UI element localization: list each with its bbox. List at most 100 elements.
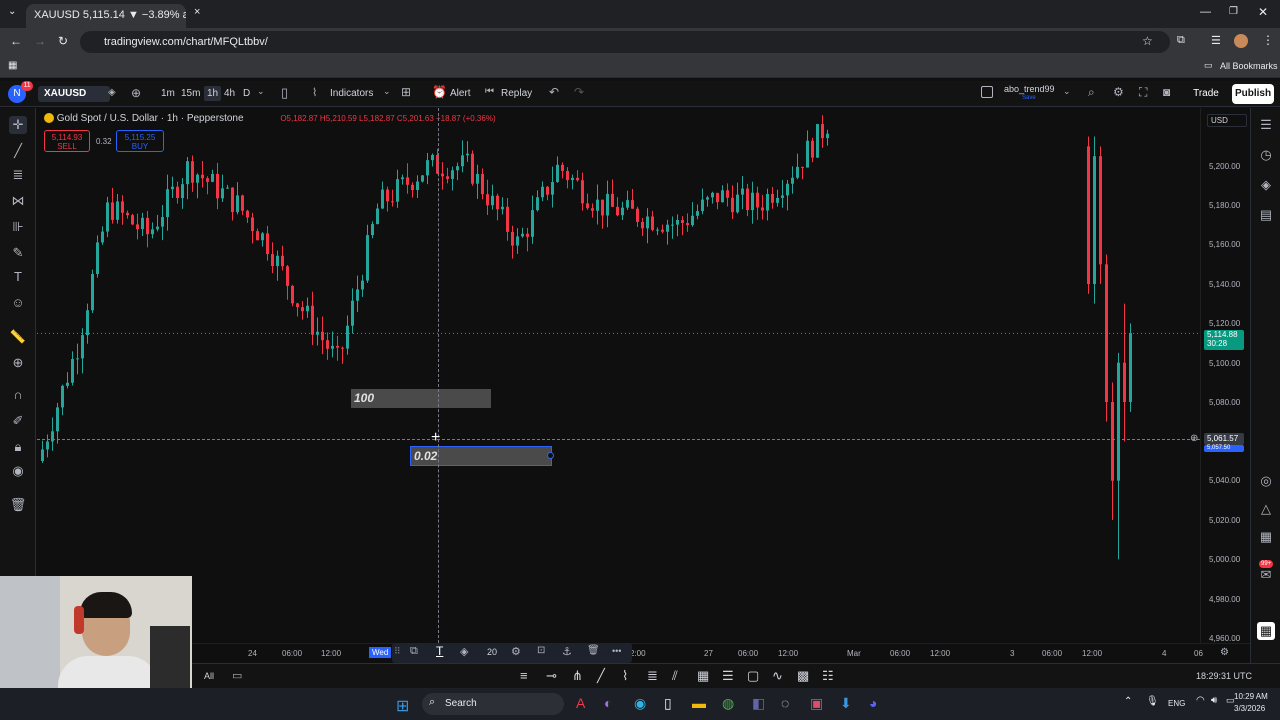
favorite-tool-4-icon[interactable]: ╱	[597, 668, 605, 684]
drawing-settings-icon[interactable]: ⚙	[511, 645, 521, 658]
back-icon[interactable]: ←	[10, 34, 22, 48]
alerts-clock-icon[interactable]: ◷	[1257, 146, 1275, 164]
favorite-tool-11-icon[interactable]: ∿	[772, 668, 783, 684]
tab-menu-icon[interactable]: ⌄	[8, 6, 16, 17]
ideas-icon[interactable]: △	[1257, 500, 1275, 518]
snapshot-icon[interactable]: ◙	[1163, 85, 1170, 99]
minimize-icon[interactable]: —	[1200, 6, 1211, 18]
time-axis[interactable]: 24 06:00 12:00 Wed 2:00 27 06:00 12:00 M…	[192, 643, 1250, 663]
indicators-icon[interactable]: ⌇	[312, 86, 317, 99]
favorite-tool-12-icon[interactable]: ▩	[797, 668, 809, 684]
fill-color-icon[interactable]: ◈	[460, 645, 468, 658]
edge-icon[interactable]: ◉	[634, 695, 646, 712]
taskbar-time[interactable]: 10:29 AM	[1234, 692, 1268, 701]
more-options-icon[interactable]: •••	[612, 646, 621, 656]
download-app-icon[interactable]: ⬇	[840, 695, 852, 712]
reload-icon[interactable]: ↻	[58, 34, 68, 48]
template-icon[interactable]: ⧉	[410, 645, 418, 658]
interval-1m[interactable]: 1m	[161, 88, 175, 99]
favorite-tool-9-icon[interactable]: ☰	[722, 668, 734, 684]
replay-button[interactable]: Replay	[501, 88, 532, 99]
interval-4h[interactable]: 4h	[224, 88, 235, 99]
emoji-tool-icon[interactable]: ☺	[9, 294, 27, 312]
taskbar-search-box[interactable]: ⌕ Search	[422, 693, 564, 715]
discord-icon[interactable]: ◕	[869, 695, 877, 711]
chrome-menu-icon[interactable]: ⋮	[1262, 33, 1274, 47]
explorer-icon[interactable]: ▬	[692, 695, 706, 711]
favorite-tool-6-icon[interactable]: ≣	[647, 668, 658, 684]
zoom-tool-icon[interactable]: ⊕	[9, 354, 27, 372]
resize-handle[interactable]	[547, 452, 554, 459]
all-bookmarks-link[interactable]: All Bookmarks	[1220, 61, 1278, 71]
chrome-icon[interactable]: ◍	[722, 695, 734, 712]
fullscreen-icon[interactable]: ⛶	[1139, 85, 1147, 100]
legend-title[interactable]: Gold Spot / U.S. Dollar · 1h · Peppersto…	[57, 113, 244, 124]
windows-start-icon[interactable]: ⊞	[396, 696, 409, 716]
app-3-icon[interactable]: ▣	[810, 695, 823, 712]
notifications-icon[interactable]: ✉	[1257, 566, 1275, 584]
drawing-delete-icon[interactable]: 🗑︎	[587, 645, 600, 656]
text-color-icon[interactable]: T	[436, 644, 443, 658]
volume-icon[interactable]: 🔊︎	[1211, 695, 1217, 706]
bookmark-star-icon[interactable]: ☆	[1142, 34, 1153, 48]
taskbar-date[interactable]: 3/3/2026	[1234, 704, 1265, 713]
calendar-icon[interactable]: ▦	[1257, 528, 1275, 546]
layout-checkbox-icon[interactable]	[981, 86, 993, 98]
replay-icon[interactable]: ⏮	[485, 86, 494, 97]
alert-icon[interactable]: ⏰	[432, 85, 447, 99]
utc-clock[interactable]: 18:29:31 UTC	[1196, 671, 1252, 681]
favorite-tool-10-icon[interactable]: ▢	[747, 668, 759, 684]
apps-grid-icon[interactable]: ▦	[8, 60, 17, 71]
watchlist-icon[interactable]: ☰	[1257, 116, 1275, 134]
text-drawing-100[interactable]: 100	[351, 389, 491, 408]
brush-tool-icon[interactable]: ✎	[9, 244, 27, 262]
symbol-search-button[interactable]: XAUUSD	[38, 86, 110, 102]
trade-button[interactable]: Trade	[1186, 84, 1226, 104]
price-axis[interactable]: USD 5,200.00 5,180.00 5,160.00 5,140.00 …	[1200, 108, 1250, 643]
app-1-icon[interactable]: A	[576, 695, 585, 711]
axis-settings-icon[interactable]: ⚙	[1220, 647, 1229, 658]
restore-icon[interactable]: ❐	[1229, 6, 1238, 17]
publish-button[interactable]: Publish	[1232, 84, 1274, 104]
anchor-icon[interactable]: ⚓︎	[562, 645, 572, 658]
interval-dropdown-icon[interactable]: ⌄	[257, 86, 265, 97]
compare-symbol-icon[interactable]: ⊕	[131, 86, 141, 100]
sell-button[interactable]: 5,114.93 SELL	[44, 130, 90, 152]
teams-icon[interactable]: ◧	[752, 695, 765, 712]
measure-tool-icon[interactable]: 📏	[9, 328, 27, 346]
close-window-icon[interactable]: ✕	[1258, 5, 1268, 19]
text-drawing-002[interactable]: 0.02	[410, 446, 552, 466]
layout-icon[interactable]: ⊞	[401, 85, 411, 99]
crosshair-tool-icon[interactable]: ✛	[9, 116, 27, 134]
language-indicator[interactable]: ENG	[1168, 699, 1185, 708]
hide-drawings-icon[interactable]: ◉	[9, 462, 27, 480]
target-icon[interactable]: ◎	[1257, 472, 1275, 490]
favorite-tool-1-icon[interactable]: ≡	[520, 668, 528, 683]
alert-button[interactable]: Alert	[450, 88, 471, 99]
forward-icon[interactable]: →	[34, 34, 46, 48]
wifi-icon[interactable]: ◠	[1196, 695, 1205, 706]
redo-icon[interactable]: ↷	[574, 85, 584, 99]
favorite-tool-2-icon[interactable]: ⊸	[546, 668, 557, 684]
grid-menu-icon[interactable]: ▦	[1257, 622, 1275, 640]
text-tool-icon[interactable]: T	[9, 268, 27, 286]
interval-1h[interactable]: 1h	[204, 86, 222, 101]
interval-d[interactable]: D	[243, 88, 250, 99]
date-range-calendar-icon[interactable]: ▭	[232, 669, 242, 682]
trend-line-tool-icon[interactable]: ╱	[9, 142, 27, 160]
indicators-button[interactable]: Indicators	[330, 88, 373, 99]
all-range-button[interactable]: All	[204, 671, 214, 681]
chat-icon[interactable]: ▤	[1257, 206, 1275, 224]
lock-icon[interactable]: 🔒︎	[9, 438, 27, 456]
interval-15m[interactable]: 15m	[181, 88, 200, 99]
delete-drawings-icon[interactable]: 🗑︎	[9, 496, 27, 514]
browser-tab[interactable]: XAUUSD 5,115.14 ▼ −3.89% al	[26, 4, 186, 28]
chart-pane[interactable]	[37, 108, 1249, 643]
add-alert-plus-icon[interactable]: ⊕	[1190, 433, 1198, 444]
profile-avatar[interactable]	[1234, 34, 1248, 48]
tray-expand-icon[interactable]: ⌃	[1124, 696, 1132, 707]
favorite-tool-5-icon[interactable]: ⌇	[622, 668, 628, 684]
account-dropdown-icon[interactable]: ⌄	[1063, 86, 1071, 97]
indicators-dropdown-icon[interactable]: ⌄	[383, 86, 391, 97]
fib-tool-icon[interactable]: ≣	[9, 166, 27, 184]
